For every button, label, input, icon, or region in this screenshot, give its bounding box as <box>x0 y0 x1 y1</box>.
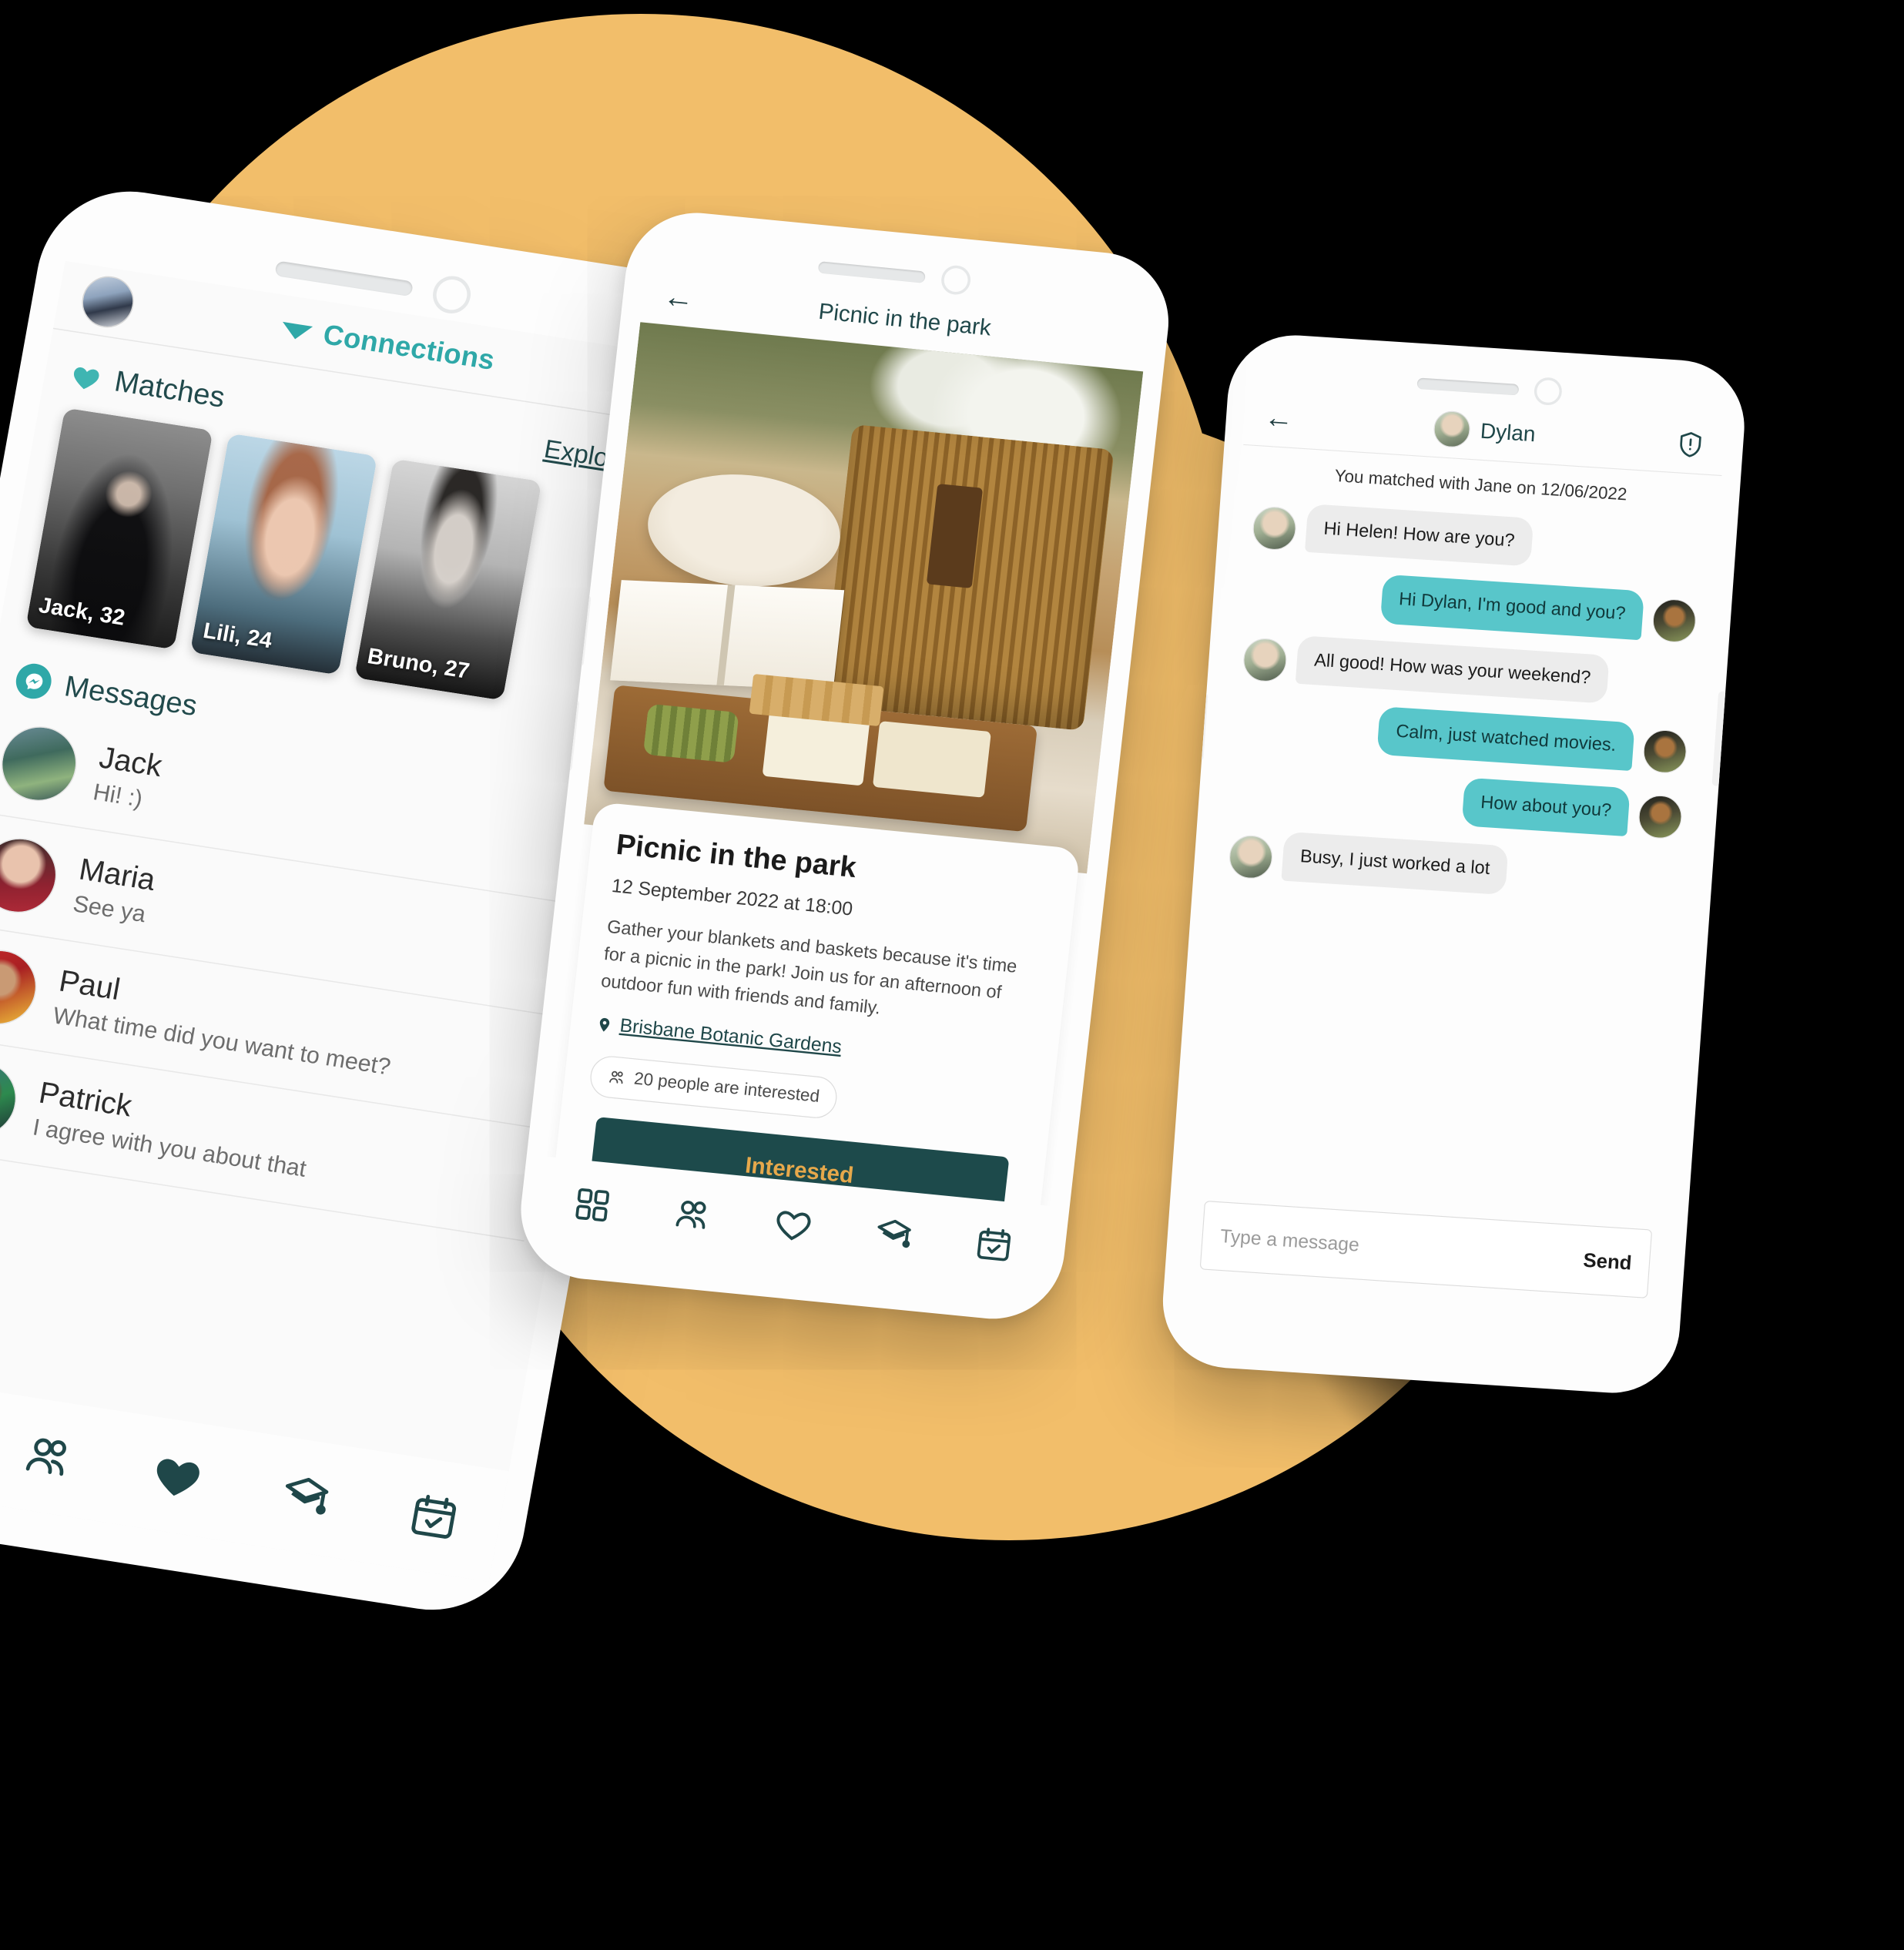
chat-row-me: Calm, just watched movies. <box>1237 697 1688 775</box>
earpiece-speaker <box>817 260 927 283</box>
avatar <box>1651 597 1698 644</box>
avatar <box>1251 505 1298 552</box>
shield-alert-icon[interactable] <box>1674 428 1706 461</box>
people-icon <box>609 1070 623 1084</box>
calendar-check-icon[interactable] <box>972 1222 1016 1266</box>
chat-bubble: Busy, I just worked a lot <box>1281 832 1509 895</box>
message-composer: Type a message Send <box>1199 1200 1653 1298</box>
message-preview: See ya <box>71 891 148 928</box>
contact-name: Maria <box>76 851 159 898</box>
page-title: Connections <box>320 319 498 377</box>
interested-count-label: 20 people are interested <box>632 1069 821 1107</box>
front-camera <box>1533 377 1564 407</box>
avatar <box>0 721 83 806</box>
contact-name: Jack <box>96 739 165 784</box>
message-preview: Hi! :) <box>91 779 145 813</box>
avatar <box>1637 794 1684 840</box>
avatar[interactable] <box>1432 410 1472 449</box>
avatar <box>1242 636 1289 683</box>
chat-thread: Hi Helen! How are you? Hi Dylan, I'm goo… <box>1212 499 1718 906</box>
chevron-down-icon[interactable] <box>280 321 313 341</box>
chat-row-them: Busy, I just worked a lot <box>1228 829 1679 906</box>
interested-count-badge: 20 people are interested <box>588 1054 840 1121</box>
chat-bubble: How about you? <box>1461 777 1631 837</box>
grid-icon[interactable] <box>570 1183 614 1227</box>
bottom-navigation <box>0 1371 509 1582</box>
avatar <box>0 833 63 919</box>
phone3-screen: ← Dylan You matched with Jane on 12/06/2… <box>1179 387 1726 1367</box>
chat-contact-name: Dylan <box>1479 418 1537 447</box>
calendar-check-icon[interactable] <box>404 1487 464 1546</box>
avatar <box>0 944 43 1030</box>
avatar <box>0 1056 23 1142</box>
avatar <box>1641 729 1688 775</box>
avatar[interactable] <box>78 272 139 332</box>
messenger-icon <box>13 661 55 702</box>
event-hero-image <box>584 322 1144 874</box>
phone2-screen: ← Picnic in the park Picnic in the park … <box>537 266 1150 1293</box>
back-arrow-icon[interactable]: ← <box>1263 400 1295 435</box>
location-link[interactable]: Brisbane Botanic Gardens <box>618 1015 843 1058</box>
send-button[interactable]: Send <box>1583 1248 1633 1275</box>
chat-row-them: All good! How was your weekend? <box>1242 632 1693 709</box>
chat-bubble: All good! How was your weekend? <box>1295 635 1610 704</box>
message-input[interactable]: Type a message <box>1219 1225 1584 1272</box>
chat-row-me: Hi Dylan, I'm good and you? <box>1247 566 1698 644</box>
people-icon[interactable] <box>18 1428 79 1486</box>
front-camera <box>430 273 474 317</box>
screenshot-root: Connections Matches Explore all Jack, 32… <box>0 0 1904 1950</box>
chat-bubble: Calm, just watched movies. <box>1376 705 1635 772</box>
earpiece-speaker <box>274 260 414 297</box>
earpiece-speaker <box>1416 377 1520 395</box>
heart-icon[interactable] <box>771 1203 815 1247</box>
phone-chat: ← Dylan You matched with Jane on 12/06/2… <box>1158 331 1749 1397</box>
match-card[interactable]: Jack, 32 <box>25 407 213 650</box>
avatar <box>1228 833 1275 880</box>
chat-row-me: How about you? <box>1232 762 1684 840</box>
back-arrow-icon[interactable]: ← <box>662 279 696 316</box>
people-icon[interactable] <box>671 1193 715 1237</box>
chat-bubble: Hi Dylan, I'm good and you? <box>1379 574 1644 640</box>
graduation-cap-icon[interactable] <box>872 1213 916 1257</box>
map-pin-icon <box>599 1017 610 1031</box>
match-card[interactable]: Bruno, 27 <box>354 458 542 701</box>
match-card[interactable]: Lili, 24 <box>189 433 378 675</box>
front-camera <box>940 264 973 297</box>
graduation-cap-icon[interactable] <box>276 1467 336 1526</box>
heart-icon[interactable] <box>147 1447 207 1506</box>
heart-icon <box>74 367 99 389</box>
